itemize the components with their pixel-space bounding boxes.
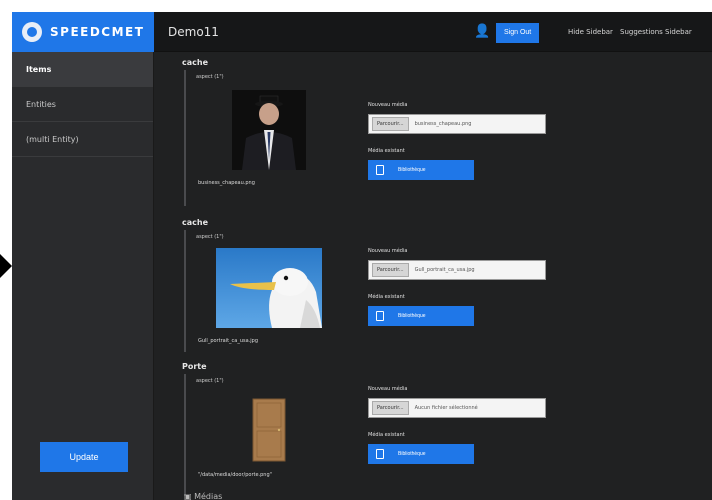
library-button[interactable]: Bibliothèque	[368, 444, 474, 464]
brand-logo[interactable]: SPEEDCMET	[12, 12, 154, 52]
main-content: cache aspect (1") business_chapeau.png N…	[154, 52, 712, 500]
app-window: SPEEDCMET Demo11 👤 Sign Out Hide Sidebar…	[12, 12, 712, 500]
door-image[interactable]	[252, 398, 286, 462]
library-button-label: Bibliothèque	[398, 451, 426, 457]
file-name: Aucun fichier sélectionné	[414, 405, 478, 411]
sign-out-button[interactable]: Sign Out	[496, 23, 540, 43]
section-rule	[184, 374, 186, 496]
browse-button[interactable]: Parcourir...	[372, 117, 409, 131]
browse-button[interactable]: Parcourir...	[372, 263, 409, 277]
image-caption: business_chapeau.png	[198, 180, 255, 186]
library-button-label: Bibliothèque	[398, 167, 426, 173]
top-bar: SPEEDCMET Demo11 👤 Sign Out Hide Sidebar…	[12, 12, 712, 52]
library-button[interactable]: Bibliothèque	[368, 306, 474, 326]
file-name: business_chapeau.png	[414, 121, 472, 127]
suggestions-link[interactable]: Suggestions Sidebar	[620, 28, 692, 36]
brand-name: SPEEDCMET	[50, 25, 145, 39]
image-caption: Gull_portrait_ca_usa.jpg	[198, 338, 259, 344]
new-media-label: Nouveau média	[368, 386, 408, 392]
existing-media-label: Média existant	[368, 432, 405, 438]
update-button[interactable]: Update	[40, 442, 128, 472]
book-icon	[376, 449, 384, 459]
section-rule	[184, 230, 186, 352]
new-media-label: Nouveau média	[368, 248, 408, 254]
user-icon[interactable]: 👤	[474, 24, 490, 39]
section-title: cache	[182, 58, 209, 67]
section-subtitle: aspect (1")	[196, 74, 224, 80]
book-icon	[376, 311, 384, 321]
media-label: Médias	[194, 492, 223, 500]
sidebar-item-entities[interactable]: Entities	[12, 87, 153, 122]
section-title: cache	[182, 218, 209, 227]
section-rule	[184, 70, 186, 206]
existing-media-label: Média existant	[368, 148, 405, 154]
section-subtitle: aspect (1")	[196, 378, 224, 384]
sidebar-item-multi-entity[interactable]: (multi Entity)	[12, 122, 153, 157]
file-input[interactable]: Parcourir... business_chapeau.png	[368, 114, 546, 134]
section-title: Porte	[182, 362, 207, 371]
app-title: Demo11	[168, 25, 219, 39]
logo-icon	[22, 22, 42, 42]
file-input[interactable]: Parcourir... Gull_portrait_ca_usa.jpg	[368, 260, 546, 280]
file-name: Gull_portrait_ca_usa.jpg	[414, 267, 475, 273]
existing-media-label: Média existant	[368, 294, 405, 300]
sidebar-item-items[interactable]: Items	[12, 52, 153, 87]
image-caption: "/data/media/door/porte.png"	[198, 472, 272, 478]
section-subtitle: aspect (1")	[196, 234, 224, 240]
new-media-label: Nouveau média	[368, 102, 408, 108]
pointer-arrow-icon	[0, 254, 12, 278]
file-input[interactable]: Parcourir... Aucun fichier sélectionné	[368, 398, 546, 418]
businessman-image[interactable]	[232, 90, 306, 170]
media-section-label: ▣ Médias	[184, 492, 223, 500]
hide-sidebar-link[interactable]: Hide Sidebar	[568, 28, 613, 36]
browse-button[interactable]: Parcourir...	[372, 401, 409, 415]
library-button-label: Bibliothèque	[398, 313, 426, 319]
library-button[interactable]: Bibliothèque	[368, 160, 474, 180]
sidebar: Items Entities (multi Entity) Update	[12, 52, 154, 500]
gull-image[interactable]	[216, 248, 322, 328]
book-icon	[376, 165, 384, 175]
